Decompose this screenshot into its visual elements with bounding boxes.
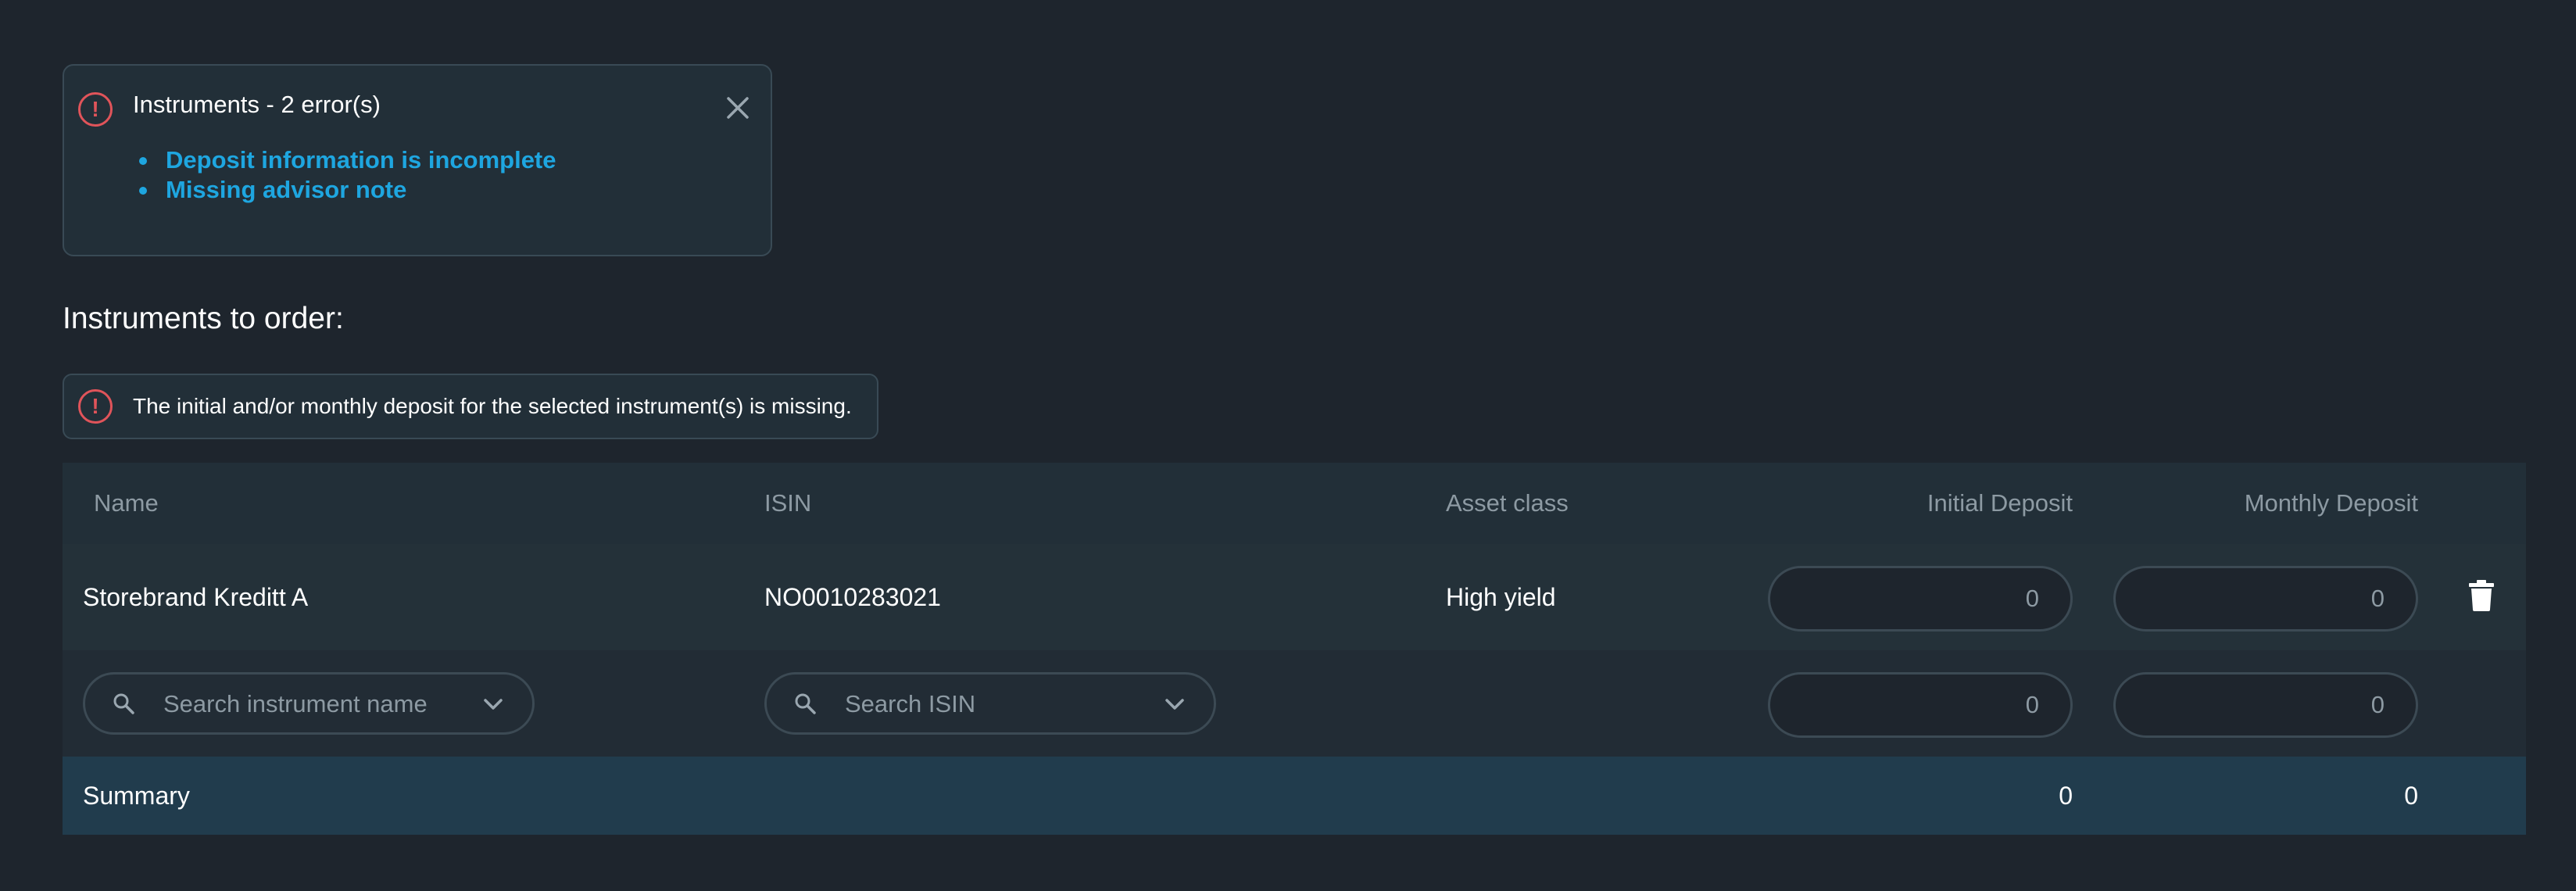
add-instrument-row: Search instrument name Search ISIN 0 0	[63, 650, 2526, 757]
alert-circle-icon: !	[78, 389, 113, 424]
instrument-isin: NO0010283021	[764, 583, 941, 611]
summary-monthly-total: 0	[2404, 782, 2418, 810]
isin-placeholder: Search ISIN	[845, 690, 976, 717]
monthly-deposit-input[interactable]: 0	[2113, 566, 2418, 632]
column-header-isin: ISIN	[764, 489, 812, 517]
table-header: Name ISIN Asset class Initial Deposit Mo…	[63, 463, 2526, 544]
summary-row: Summary 0 0	[63, 757, 2526, 835]
instrument-name: Storebrand Kreditt A	[83, 583, 309, 611]
search-icon	[113, 693, 134, 714]
error-list: Deposit information is incomplete Missin…	[138, 145, 556, 205]
deposit-missing-alert: ! The initial and/or monthly deposit for…	[63, 374, 878, 439]
new-initial-deposit-input[interactable]: 0	[1768, 672, 2073, 738]
summary-initial-total: 0	[2059, 782, 2073, 810]
summary-label: Summary	[83, 782, 190, 810]
page: ! Instruments - 2 error(s) Deposit infor…	[0, 0, 2576, 891]
new-monthly-deposit-input[interactable]: 0	[2113, 672, 2418, 738]
error-summary-panel: ! Instruments - 2 error(s) Deposit infor…	[63, 64, 772, 256]
initial-deposit-input[interactable]: 0	[1768, 566, 2073, 632]
column-header-monthly-deposit: Monthly Deposit	[2244, 489, 2418, 517]
column-header-asset-class: Asset class	[1446, 489, 1569, 517]
column-header-name: Name	[94, 489, 159, 517]
error-link-deposit[interactable]: Deposit information is incomplete	[166, 146, 556, 174]
error-link-advisor-note[interactable]: Missing advisor note	[166, 176, 406, 203]
chevron-down-icon[interactable]	[1164, 695, 1186, 714]
instruments-table: Name ISIN Asset class Initial Deposit Mo…	[63, 463, 2526, 835]
close-icon	[727, 97, 749, 119]
alert-message: The initial and/or monthly deposit for t…	[133, 394, 852, 418]
error-item: Deposit information is incomplete	[103, 145, 556, 175]
alert-circle-icon: !	[78, 92, 113, 127]
search-icon	[795, 693, 816, 714]
close-button[interactable]	[722, 92, 753, 123]
error-item: Missing advisor note	[103, 175, 556, 205]
isin-search[interactable]: Search ISIN	[764, 672, 1216, 735]
column-header-initial-deposit: Initial Deposit	[1927, 489, 2073, 517]
section-title: Instruments to order:	[63, 302, 344, 335]
delete-row-button[interactable]	[2468, 580, 2499, 614]
instrument-name-search[interactable]: Search instrument name	[83, 672, 535, 735]
instrument-asset-class: High yield	[1446, 583, 1556, 611]
trash-icon	[2469, 580, 2494, 611]
chevron-down-icon[interactable]	[482, 695, 504, 714]
table-row: Storebrand Kreditt A NO0010283021 High y…	[63, 544, 2526, 650]
error-summary-title: Instruments - 2 error(s)	[133, 91, 381, 118]
instrument-name-placeholder: Search instrument name	[163, 690, 428, 717]
